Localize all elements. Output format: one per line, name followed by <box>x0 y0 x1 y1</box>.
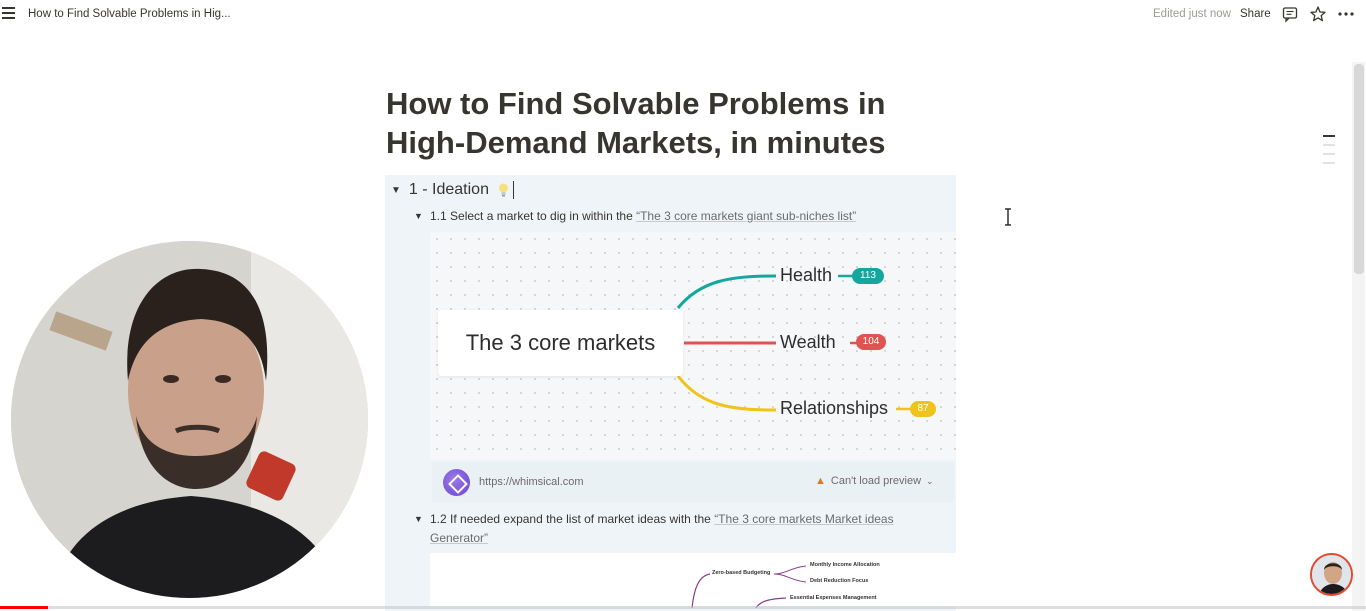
comment-icon[interactable] <box>1281 5 1299 23</box>
chevron-down-icon: ⌄ <box>926 475 934 486</box>
lightbulb-icon <box>498 183 508 197</box>
badge-relationships: 87 <box>910 401 936 417</box>
embed-url[interactable]: https://whimsical.com <box>479 476 584 488</box>
badge-health: 113 <box>852 268 884 284</box>
toc-line[interactable] <box>1323 135 1335 137</box>
toggle-heading-text[interactable]: 1 - Ideation <box>409 181 489 199</box>
toc-line[interactable] <box>1323 144 1335 146</box>
subtoggle-1-1-text: 1.1 Select a market to dig in within the <box>430 209 637 223</box>
toggle-arrow-icon[interactable]: ▼ <box>414 207 423 226</box>
share-button[interactable]: Share <box>1240 8 1271 20</box>
top-bar: How to Find Solvable Problems in Hig... … <box>0 0 1366 30</box>
star-icon[interactable] <box>1309 5 1327 23</box>
market-ideas-generator-link-cont[interactable]: Generator” <box>430 531 488 545</box>
badge-wealth: 104 <box>856 334 886 350</box>
node-health: Health <box>780 265 833 285</box>
core-markets-list-link[interactable]: “The 3 core markets giant sub-niches lis… <box>636 209 856 223</box>
mini-node: Zero-based Budgeting <box>712 570 771 576</box>
presenter-video <box>11 241 368 598</box>
toc-line[interactable] <box>1323 153 1335 155</box>
mini-node: Monthly Income Allocation <box>810 562 880 568</box>
market-ideas-generator-link[interactable]: “The 3 core markets Market ideas <box>714 512 893 526</box>
preview-warning-text: Can't load preview <box>830 475 922 487</box>
mini-node: Debt Reduction Focus <box>810 578 869 584</box>
whimsical-logo-icon <box>443 469 470 496</box>
subtoggle-1-2-text: 1.2 If needed expand the list of market … <box>430 512 715 526</box>
mindmap-connectors <box>676 274 777 412</box>
page-title-line1: How to Find Solvable Problems in <box>386 86 886 121</box>
toggle-heading-ideation[interactable]: ▼ 1 - Ideation <box>391 181 514 199</box>
page-title-line2: High-Demand Markets, in minutes <box>386 125 886 160</box>
menu-icon[interactable] <box>2 7 15 19</box>
scrollbar-thumb[interactable] <box>1354 64 1364 274</box>
connector-health <box>676 274 777 309</box>
toggle-arrow-icon[interactable]: ▼ <box>391 185 401 196</box>
subtoggle-1-2[interactable]: ▼ 1.2 If needed expand the list of marke… <box>414 510 934 550</box>
connector-relationships <box>676 375 777 412</box>
channel-avatar[interactable] <box>1310 553 1353 596</box>
toc-line[interactable] <box>1323 162 1335 164</box>
video-progress-fill[interactable] <box>0 606 48 609</box>
badge-connectors <box>838 274 858 345</box>
table-of-contents[interactable] <box>1323 135 1335 171</box>
video-progress-track[interactable] <box>0 606 1366 609</box>
preview-warning[interactable]: ▲ Can't load preview ⌄ <box>815 475 934 487</box>
doc-title[interactable]: How to Find Solvable Problems in Hig... <box>28 8 231 20</box>
toggle-arrow-icon[interactable]: ▼ <box>414 510 423 529</box>
edited-status: Edited just now <box>1153 8 1231 20</box>
node-wealth: Wealth <box>780 332 836 352</box>
text-caret <box>512 181 514 199</box>
page-title[interactable]: How to Find Solvable Problems in High-De… <box>386 84 986 162</box>
text-cursor-icon <box>1005 208 1011 226</box>
node-relationships: Relationships <box>780 398 889 418</box>
avatar-image <box>1312 555 1351 594</box>
mini-node: Essential Expenses Management <box>790 595 877 601</box>
mindmap-core-node: The 3 core markets <box>438 310 683 376</box>
more-icon[interactable] <box>1337 5 1355 23</box>
webcam-overlay <box>9 239 370 600</box>
warning-icon: ▲ <box>815 475 826 487</box>
